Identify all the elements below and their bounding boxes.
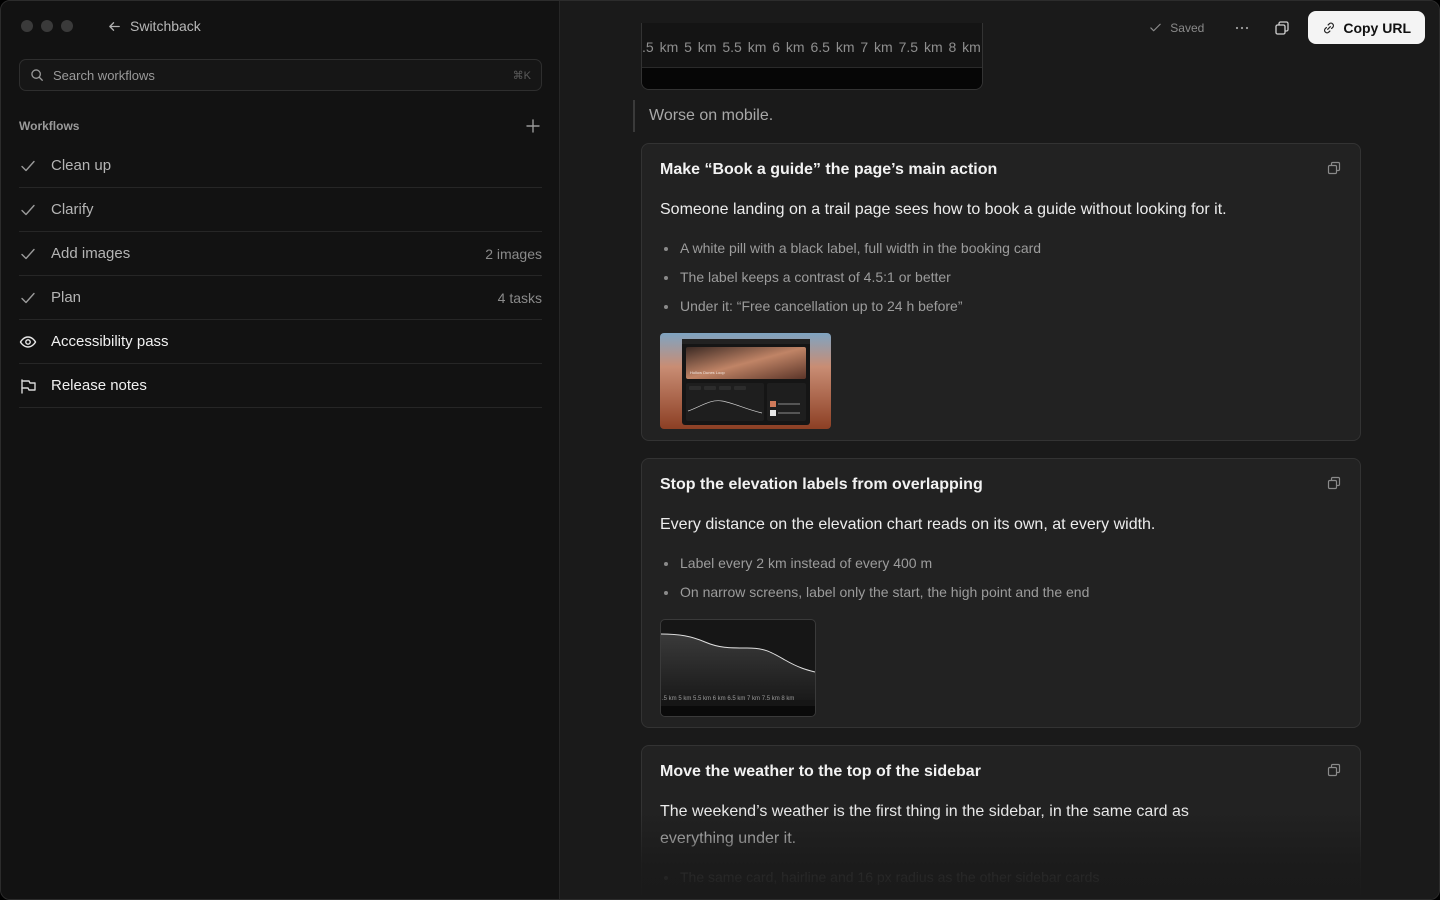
workflow-label: Clarify — [51, 201, 94, 218]
workflow-meta: 4 tasks — [497, 289, 542, 306]
elevation-chart-thumbnail: .5 km 5 km 5.5 km 6 km 6.5 km 7 km 7.5 k… — [661, 633, 815, 716]
more-button[interactable] — [1228, 14, 1256, 42]
check-icon — [1150, 23, 1162, 32]
elevation-chart-screenshot[interactable]: .5 km 5 km 5.5 km 6 km 6.5 km 7 km 7.5 k… — [660, 619, 816, 717]
saved-status: Saved — [1149, 21, 1204, 35]
workflow-label: Plan — [51, 289, 82, 306]
bullet-item: The same card, hairline and 16 px radius… — [660, 863, 1342, 892]
minimize-window-button[interactable] — [41, 20, 53, 32]
check-icon — [21, 204, 35, 215]
megaphone-icon — [21, 378, 36, 394]
workflow-list: Clean up Clarify Add images 2 images Pla… — [19, 144, 542, 408]
zoom-window-button[interactable] — [61, 20, 73, 32]
workflow-item-clean-up[interactable]: Clean up — [19, 144, 542, 188]
search-shortcut: ⌘K — [512, 69, 531, 82]
copy-icon[interactable] — [1326, 160, 1342, 176]
card-lead: Every distance on the elevation chart re… — [660, 516, 1156, 533]
workflow-label: Clean up — [51, 157, 112, 174]
bullet-item: A white pill with a black label, full wi… — [660, 234, 1342, 263]
workflows-header: Workflows — [19, 117, 542, 135]
blockquote: Worse on mobile. — [633, 100, 773, 132]
card-bullets: Label every 2 km instead of every 400 m … — [660, 549, 1342, 607]
workflow-item-accessibility-pass[interactable]: Accessibility pass — [19, 320, 542, 364]
trail-page-thumbnail: Hollow Dunes Loop — [660, 333, 831, 429]
elevation-tick-labels: .5 km 5 km 5.5 km 6 km 6.5 km 7 km 7.5 k… — [642, 39, 981, 55]
check-icon — [21, 248, 35, 259]
workflow-label: Add images — [51, 245, 131, 262]
search-input[interactable]: Search workflows ⌘K — [19, 59, 542, 91]
search-placeholder: Search workflows — [53, 67, 155, 83]
plus-icon — [526, 119, 540, 133]
sidebar: Switchback Search workflows ⌘K Workflows… — [1, 1, 560, 899]
card-title: Make “Book a guide” the page’s main acti… — [660, 161, 998, 178]
copy-url-button[interactable]: Copy URL — [1308, 11, 1425, 44]
card-lead: The weekend’s weather is the first thing… — [660, 803, 1189, 847]
trail-page-screenshot[interactable]: Hollow Dunes Loop — [660, 333, 831, 429]
copy-icon[interactable] — [1326, 762, 1342, 778]
copy-url-label: Copy URL — [1343, 19, 1411, 36]
more-horizontal-icon — [1236, 26, 1249, 29]
eye-icon — [19, 335, 37, 348]
add-workflow-button[interactable] — [524, 117, 542, 135]
task-card: Make “Book a guide” the page’s main acti… — [641, 143, 1361, 441]
open-window-button[interactable] — [1268, 14, 1296, 42]
task-card: Stop the elevation labels from overlappi… — [641, 458, 1361, 728]
window-icon — [1275, 20, 1289, 35]
document-pane: Saved Copy URL .5 km 5 km 5.5 km 6 km 6.… — [561, 1, 1439, 899]
bullet-item: Under it: “Free cancellation up to 24 h … — [660, 292, 1342, 321]
workflow-item-add-images[interactable]: Add images 2 images — [19, 232, 542, 276]
workflow-label: Release notes — [51, 377, 147, 394]
toolbar: Saved Copy URL — [1149, 11, 1425, 44]
elevation-tick-labels: .5 km 5 km 5.5 km 6 km 6.5 km 7 km 7.5 k… — [662, 696, 794, 702]
search-icon — [31, 69, 43, 81]
bullet-item: The label keeps a contrast of 4.5:1 or b… — [660, 263, 1342, 292]
card-title: Move the weather to the top of the sideb… — [660, 763, 981, 780]
elevation-chart-image: .5 km 5 km 5.5 km 6 km 6.5 km 7 km 7.5 k… — [641, 23, 983, 90]
copy-icon[interactable] — [1326, 475, 1342, 491]
thumb-caption: Hollow Dunes Loop — [690, 370, 725, 375]
bullet-item: On narrow screens, label only the start,… — [660, 578, 1342, 607]
card-title: Stop the elevation labels from overlappi… — [660, 476, 983, 493]
workflow-meta: 2 images — [485, 245, 542, 262]
card-bullets: A white pill with a black label, full wi… — [660, 234, 1342, 321]
close-window-button[interactable] — [21, 20, 33, 32]
workflow-label: Accessibility pass — [51, 333, 169, 350]
workflow-item-plan[interactable]: Plan 4 tasks — [19, 276, 542, 320]
arrow-left-icon — [109, 21, 120, 31]
check-icon — [21, 160, 35, 171]
back-label: Switchback — [130, 18, 201, 34]
card-lead: Someone landing on a trail page sees how… — [660, 201, 1227, 218]
task-card: Move the weather to the top of the sideb… — [641, 745, 1361, 899]
saved-label: Saved — [1170, 20, 1205, 35]
back-button[interactable]: Switchback — [107, 18, 201, 34]
check-icon — [21, 292, 35, 303]
bullet-item: Label every 2 km instead of every 400 m — [660, 549, 1342, 578]
workflow-item-release-notes[interactable]: Release notes — [19, 364, 542, 408]
workflow-item-clarify[interactable]: Clarify — [19, 188, 542, 232]
app-window: Switchback Search workflows ⌘K Workflows… — [0, 0, 1440, 900]
card-bullets: The same card, hairline and 16 px radius… — [660, 863, 1342, 892]
workflows-title: Workflows — [19, 119, 80, 133]
link-icon — [1324, 22, 1335, 33]
window-controls — [21, 20, 73, 32]
